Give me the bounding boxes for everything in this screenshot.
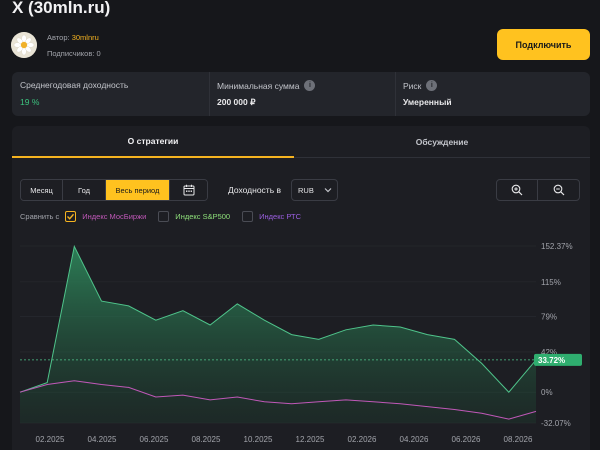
stat-min-amount: Минимальная сумма i 200 000 ₽: [209, 72, 395, 116]
zoom-controls: [496, 179, 580, 201]
stat-value: 19 %: [20, 97, 40, 107]
strategy-area: [20, 246, 536, 423]
stats-bar: Среднегодовая доходность 19 % Минимальна…: [12, 72, 590, 116]
x-tick-label: 10.2025: [244, 435, 273, 444]
y-tick-label: 152.37%: [541, 242, 573, 251]
author-name-link[interactable]: 30mlnru: [72, 33, 99, 42]
period-all-button[interactable]: Весь период: [106, 180, 170, 200]
calendar-button[interactable]: [170, 180, 207, 200]
index-sp500-label[interactable]: Индекс S&P500: [175, 212, 230, 221]
compare-label: Сравнить с: [20, 211, 60, 221]
checkbox-rts[interactable]: [242, 210, 254, 222]
chevron-down-icon: [324, 188, 332, 193]
connect-button[interactable]: Подключить: [497, 29, 590, 60]
subscribers-count: 0: [96, 49, 101, 58]
subscribers-label: Подписчиков:: [47, 49, 95, 58]
x-tick-label: 08.2025: [192, 435, 221, 444]
x-tick-label: 02.2025: [36, 435, 65, 444]
checkbox-moex[interactable]: [65, 210, 77, 222]
compare-row: Сравнить с Индекс МосБиржи Индекс S&P500…: [20, 210, 313, 222]
info-icon[interactable]: i: [426, 80, 438, 91]
info-icon[interactable]: i: [304, 80, 316, 91]
zoom-in-button[interactable]: [497, 180, 539, 200]
stat-risk: Риск i Умеренный: [395, 72, 590, 116]
y-tick-label: 115%: [541, 278, 561, 287]
period-selector: Месяц Год Весь период: [20, 179, 208, 201]
y-tick-label: -32.07%: [541, 419, 571, 428]
stat-value: 200 000 ₽: [217, 97, 256, 107]
author-info: Автор: 30mlnru: [47, 33, 99, 42]
period-year-button[interactable]: Год: [63, 180, 106, 200]
current-value-label: 33.72%: [538, 356, 565, 365]
index-moex-label[interactable]: Индекс МосБиржи: [82, 212, 146, 221]
x-tick-label: 06.2026: [452, 435, 481, 444]
yield-currency-label: Доходность в: [228, 185, 282, 195]
checkbox-sp500[interactable]: [158, 210, 170, 222]
current-value-badge: 33.72%: [534, 353, 582, 366]
index-rts-label[interactable]: Индекс РТС: [259, 212, 301, 221]
subscribers-info: Подписчиков: 0: [47, 49, 101, 58]
zoom-out-icon: [553, 184, 564, 196]
currency-select[interactable]: RUB: [291, 179, 338, 201]
performance-chart: 152.37%115%79%42%0%-32.07% 02.2025 04.202…: [19, 242, 582, 444]
zoom-in-icon: [511, 184, 523, 196]
x-tick-label: 12.2025: [296, 435, 325, 444]
x-tick-label: 08.2026: [504, 435, 533, 444]
stat-annual-yield: Среднегодовая доходность 19 %: [12, 72, 209, 116]
y-tick-label: 0%: [541, 388, 553, 397]
y-tick-label: 79%: [541, 312, 557, 321]
stat-value: Умеренный: [403, 97, 452, 107]
avatar-flower-icon: [11, 32, 37, 58]
x-tick-label: 06.2025: [140, 435, 169, 444]
stat-label: Среднегодовая доходность: [20, 80, 129, 90]
currency-value: RUB: [298, 185, 314, 195]
tab-about-strategy[interactable]: О стратегии: [12, 126, 294, 158]
stat-label: Риск: [403, 80, 422, 91]
calendar-icon: [183, 184, 194, 196]
tab-discussion[interactable]: Обсуждение: [294, 126, 590, 158]
x-tick-label: 04.2025: [88, 435, 117, 444]
zoom-out-button[interactable]: [538, 180, 579, 200]
page-title: X (30mln.ru): [12, 0, 111, 17]
x-tick-label: 02.2026: [348, 435, 377, 444]
x-tick-label: 04.2026: [400, 435, 429, 444]
period-month-button[interactable]: Месяц: [21, 180, 63, 200]
check-icon: [67, 213, 75, 220]
stat-label: Минимальная сумма: [217, 80, 300, 91]
author-label: Автор:: [47, 33, 70, 42]
avatar: [11, 32, 37, 58]
